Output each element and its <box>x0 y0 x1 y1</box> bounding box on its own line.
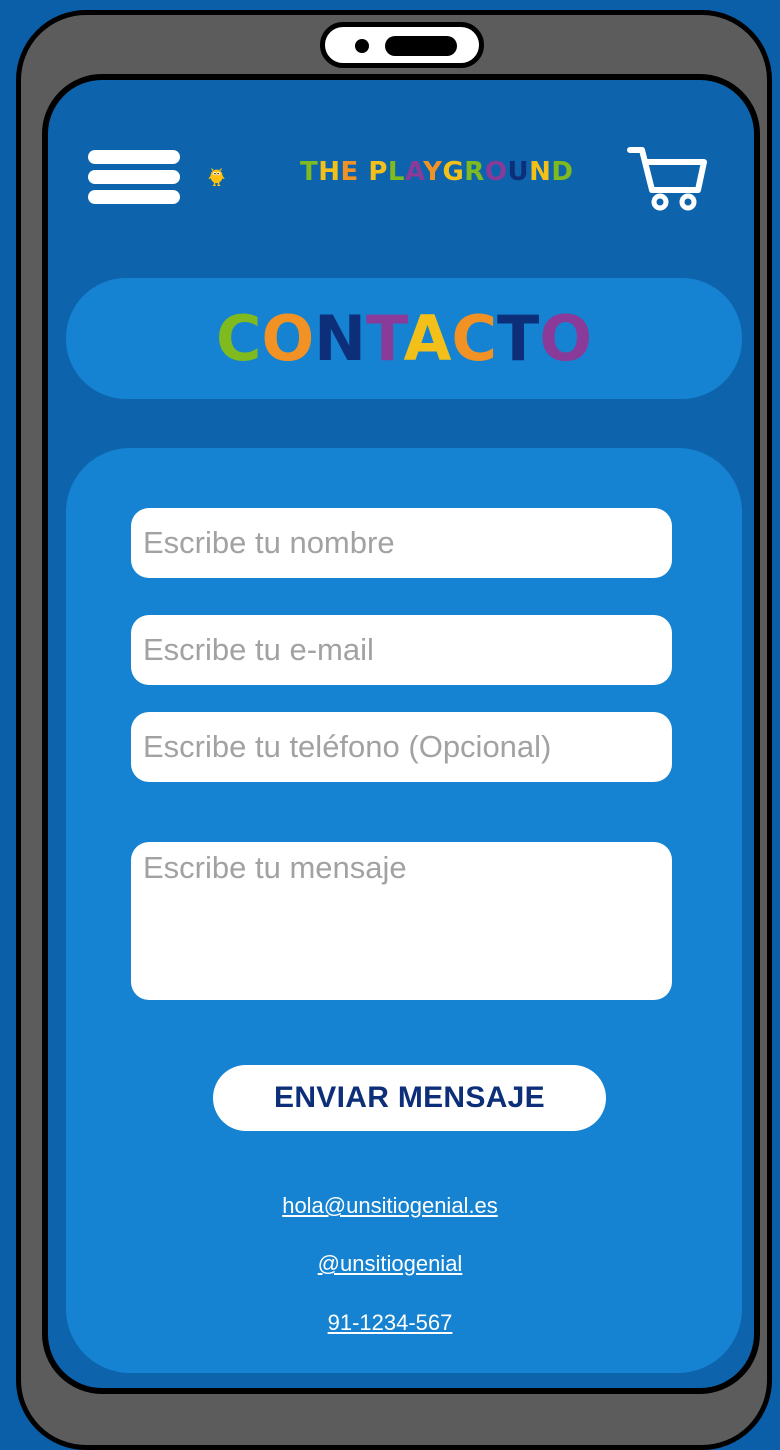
menu-line <box>88 190 180 204</box>
menu-line <box>88 150 180 164</box>
title-letter: C <box>451 302 498 375</box>
social-link[interactable]: @unsitiogenial <box>0 1251 780 1277</box>
monster-logo-icon[interactable] <box>208 134 298 220</box>
page-title-banner: CONTACTO <box>66 278 742 399</box>
title-letter: T <box>497 302 540 375</box>
title-letter: T <box>366 302 404 375</box>
title-letter: C <box>215 302 262 375</box>
title-letter: O <box>539 302 593 375</box>
email-link[interactable]: hola@unsitiogenial.es <box>0 1193 780 1219</box>
title-letter: A <box>403 302 452 375</box>
phone-speaker-grille <box>385 36 457 56</box>
hamburger-menu-icon[interactable] <box>88 150 180 206</box>
phone-camera <box>355 39 369 53</box>
email-input[interactable] <box>131 615 672 685</box>
phone-link[interactable]: 91-1234-567 <box>0 1310 780 1336</box>
message-textarea[interactable] <box>131 842 672 1000</box>
title-letter: N <box>314 302 367 375</box>
name-input[interactable] <box>131 508 672 578</box>
logo-text: THE PLAYGROUND <box>300 157 574 187</box>
brand-name: THE PLAYGROUND <box>300 154 573 190</box>
phone-speaker <box>320 22 484 68</box>
menu-line <box>88 170 180 184</box>
phone-input[interactable] <box>131 712 672 782</box>
title-letter: O <box>261 302 315 375</box>
page-title: CONTACTO <box>66 278 742 399</box>
send-message-button[interactable]: ENVIAR MENSAJE <box>213 1065 606 1131</box>
shopping-cart-icon[interactable] <box>626 140 710 214</box>
